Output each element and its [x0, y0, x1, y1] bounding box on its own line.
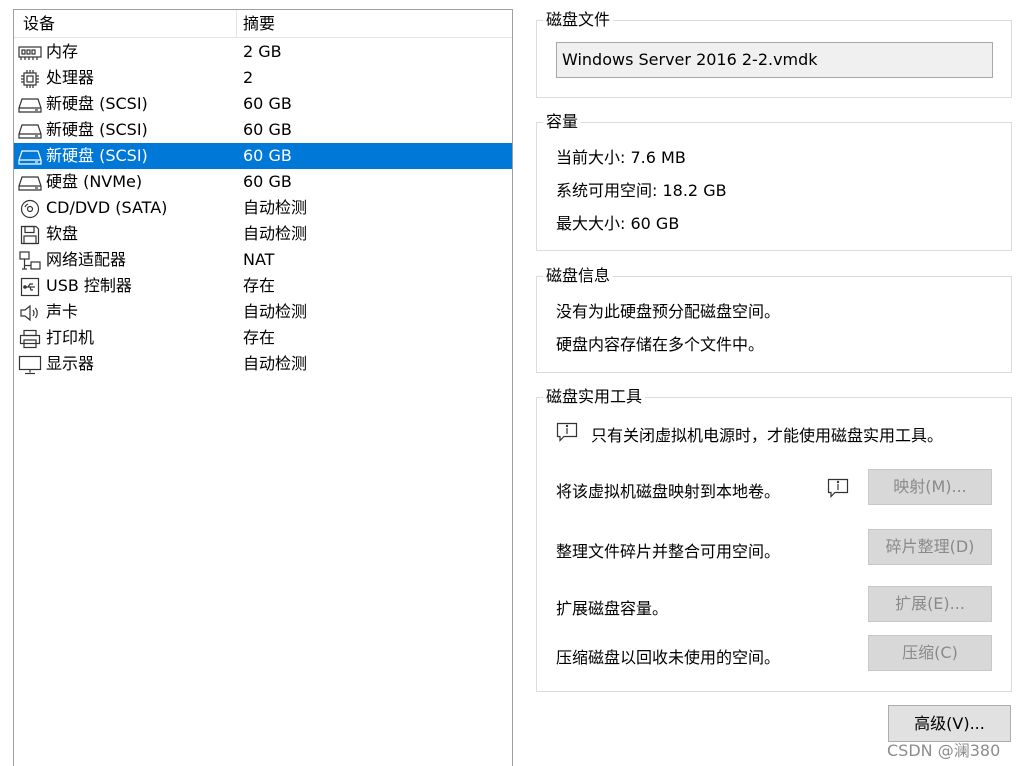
printer-icon: [18, 329, 42, 348]
device-summary: 自动检测: [243, 302, 308, 321]
device-name: CD/DVD (SATA): [46, 198, 168, 217]
processor-icon: [18, 69, 42, 88]
device-row[interactable]: 处理器 2: [14, 65, 512, 91]
column-header-device[interactable]: 设备: [14, 10, 237, 38]
defrag-label: 整理文件碎片并整合可用空间。: [556, 542, 781, 561]
hard-disk-icon: [18, 95, 42, 114]
device-summary: 60 GB: [243, 146, 292, 165]
device-name: 新硬盘 (SCSI): [46, 146, 148, 165]
device-summary: 60 GB: [243, 94, 292, 113]
device-row[interactable]: CD/DVD (SATA) 自动检测: [14, 195, 512, 221]
device-summary: 自动检测: [243, 198, 308, 217]
device-name: 网络适配器: [46, 250, 127, 269]
device-name: 软盘: [46, 224, 79, 243]
device-row[interactable]: 打印机 存在: [14, 325, 512, 351]
device-row[interactable]: 新硬盘 (SCSI) 60 GB: [14, 143, 512, 169]
device-row[interactable]: 显示器 自动检测: [14, 351, 512, 377]
info-comment-icon: [556, 422, 578, 442]
usb-icon: [18, 277, 42, 296]
device-row[interactable]: USB 控制器 存在: [14, 273, 512, 299]
device-summary: 60 GB: [243, 120, 292, 139]
device-summary: 2: [243, 68, 254, 87]
device-summary: 60 GB: [243, 172, 292, 191]
device-row[interactable]: 网络适配器 NAT: [14, 247, 512, 273]
compact-button[interactable]: 压缩(C): [868, 635, 992, 671]
capacity-group: 容量 当前大小: 7.6 MB 系统可用空间: 18.2 GB 最大大小: 60…: [536, 112, 1012, 251]
device-summary: 2 GB: [243, 42, 282, 61]
hard-disk-icon: [18, 147, 42, 166]
cd-dvd-icon: [18, 199, 42, 218]
expand-label: 扩展磁盘容量。: [556, 599, 669, 618]
network-adapter-icon: [18, 250, 42, 270]
expand-button[interactable]: 扩展(E)...: [868, 586, 992, 622]
capacity-title: 容量: [543, 112, 582, 132]
defrag-button[interactable]: 碎片整理(D): [868, 529, 992, 565]
disk-info-group: 磁盘信息 没有为此硬盘预分配磁盘空间。 硬盘内容存储在多个文件中。: [536, 266, 1012, 373]
display-icon: [18, 355, 42, 374]
device-summary: 存在: [243, 328, 276, 347]
device-row[interactable]: 新硬盘 (SCSI) 60 GB: [14, 91, 512, 117]
hard-disk-icon: [18, 121, 42, 140]
compact-label: 压缩磁盘以回收未使用的空间。: [556, 648, 781, 667]
column-header-summary[interactable]: 摘要: [237, 10, 512, 38]
device-name: 内存: [46, 42, 79, 61]
device-summary: NAT: [243, 250, 275, 269]
current-size-text: 当前大小: 7.6 MB: [556, 148, 686, 167]
disk-info-title: 磁盘信息: [543, 266, 614, 286]
map-label: 将该虚拟机磁盘映射到本地卷。: [556, 482, 781, 501]
device-row[interactable]: 新硬盘 (SCSI) 60 GB: [14, 117, 512, 143]
hard-disk-icon: [18, 173, 42, 192]
device-list-header: 设备 摘要: [14, 10, 512, 38]
disk-file-group: 磁盘文件 Windows Server 2016 2-2.vmdk: [536, 10, 1012, 98]
device-summary: 自动检测: [243, 224, 308, 243]
sound-card-icon: [18, 303, 42, 322]
device-row[interactable]: 内存 2 GB: [14, 39, 512, 65]
device-name: 新硬盘 (SCSI): [46, 94, 148, 113]
memory-icon: [18, 43, 42, 62]
device-row[interactable]: 软盘 自动检测: [14, 221, 512, 247]
device-name: 声卡: [46, 302, 79, 321]
available-space-text: 系统可用空间: 18.2 GB: [556, 181, 727, 200]
disk-info-line-1: 没有为此硬盘预分配磁盘空间。: [556, 302, 781, 321]
max-size-text: 最大大小: 60 GB: [556, 214, 680, 233]
disk-utilities-group: 磁盘实用工具 只有关闭虚拟机电源时，才能使用磁盘实用工具。 将该虚拟机磁盘映射到…: [536, 387, 1012, 692]
device-name: 新硬盘 (SCSI): [46, 120, 148, 139]
watermark-text: CSDN @澜380: [887, 741, 1001, 760]
device-row[interactable]: 硬盘 (NVMe) 60 GB: [14, 169, 512, 195]
device-name: 处理器: [46, 68, 95, 87]
disk-file-path-field[interactable]: Windows Server 2016 2-2.vmdk: [556, 42, 993, 78]
device-rows: 内存 2 GB 处理器 2 新硬盘 (SCSI) 60 GB 新硬盘 (SCSI) 60 GB…: [14, 39, 512, 377]
device-summary: 自动检测: [243, 354, 308, 373]
info-comment-icon: [827, 478, 849, 498]
device-name: 打印机: [46, 328, 95, 347]
floppy-icon: [18, 225, 42, 244]
device-name: 硬盘 (NVMe): [46, 172, 143, 191]
disk-utilities-title: 磁盘实用工具: [543, 387, 646, 407]
power-off-notice: 只有关闭虚拟机电源时，才能使用磁盘实用工具。: [591, 426, 944, 445]
map-button[interactable]: 映射(M)...: [868, 469, 992, 505]
device-summary: 存在: [243, 276, 276, 295]
device-row[interactable]: 声卡 自动检测: [14, 299, 512, 325]
disk-file-title: 磁盘文件: [543, 10, 614, 30]
device-name: 显示器: [46, 354, 95, 373]
device-list[interactable]: 设备 摘要 内存 2 GB 处理器 2 新硬盘 (SCSI) 60 GB 新硬盘 (SCSI…: [13, 9, 513, 766]
device-name: USB 控制器: [46, 276, 132, 295]
disk-info-line-2: 硬盘内容存储在多个文件中。: [556, 335, 765, 354]
